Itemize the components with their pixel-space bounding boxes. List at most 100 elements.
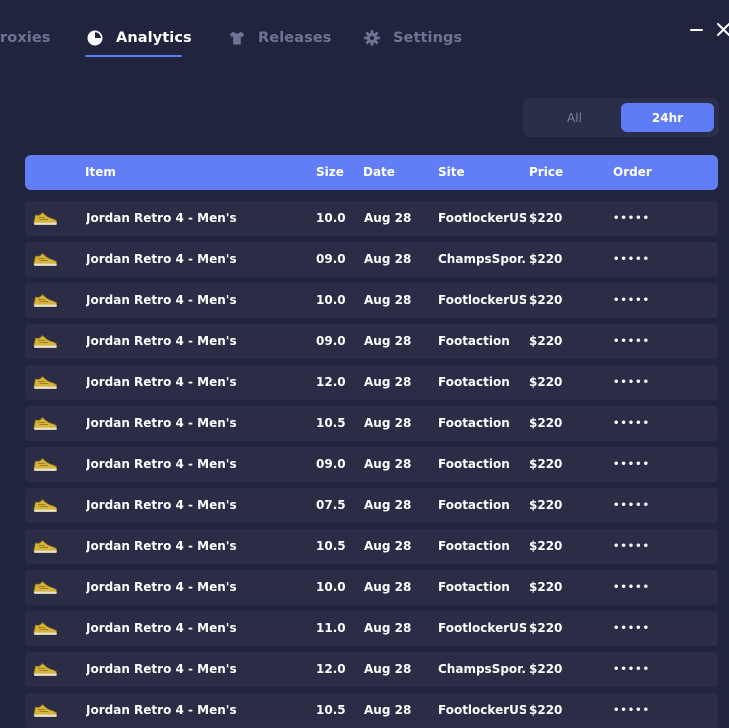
gear-icon [363,29,381,47]
sneaker-thumbnail-icon [32,578,58,596]
cell-item: Jordan Retro 4 - Men's [86,293,237,307]
cell-price: $220 [529,621,563,635]
cell-site: FootlockerUS [438,293,526,307]
cell-size: 12.0 [316,375,346,389]
sneaker-thumbnail-icon [32,537,58,555]
cell-date: Aug 28 [364,457,412,471]
cell-date: Aug 28 [364,621,412,635]
minimize-button[interactable] [687,20,707,40]
cell-date: Aug 28 [364,252,412,266]
cell-order: ••••• [613,336,650,347]
cell-date: Aug 28 [364,703,412,717]
cell-size: 09.0 [316,252,346,266]
cell-size: 10.5 [316,539,346,553]
cell-size: 10.0 [316,293,346,307]
cell-site: Footaction [438,416,510,430]
header-site[interactable]: Site [438,155,465,190]
cell-item: Jordan Retro 4 - Men's [86,211,237,225]
sneaker-thumbnail-icon [32,414,58,432]
sneaker-thumbnail-icon [32,455,58,473]
table-row[interactable]: Jordan Retro 4 - Men's 10.0 Aug 28 Footlock… [25,201,718,236]
table-row[interactable]: Jordan Retro 4 - Men's 11.0 Aug 28 Footlock… [25,611,718,646]
filter-all-button[interactable]: All [528,103,621,132]
table-row[interactable]: Jordan Retro 4 - Men's 10.5 Aug 28 Footacti… [25,406,718,441]
cell-site: Footaction [438,580,510,594]
cell-item: Jordan Retro 4 - Men's [86,662,237,676]
cell-size: 10.0 [316,580,346,594]
shirt-icon [228,29,246,47]
tab-releases-label: Releases [258,30,332,46]
cell-order: ••••• [613,623,650,634]
sneaker-thumbnail-icon [32,701,58,719]
cell-order: ••••• [613,541,650,552]
cell-item: Jordan Retro 4 - Men's [86,375,237,389]
sneaker-thumbnail-icon [32,291,58,309]
cell-item: Jordan Retro 4 - Men's [86,539,237,553]
pie-chart-icon [86,29,104,47]
cell-item: Jordan Retro 4 - Men's [86,498,237,512]
cell-order: ••••• [613,459,650,470]
table-row[interactable]: Jordan Retro 4 - Men's 10.0 Aug 28 Footacti… [25,570,718,605]
table-row[interactable]: Jordan Retro 4 - Men's 10.5 Aug 28 Footlock… [25,693,718,728]
table-row[interactable]: Jordan Retro 4 - Men's 09.0 Aug 28 ChampsSp… [25,242,718,277]
cell-size: 10.5 [316,416,346,430]
filter-24hr-button[interactable]: 24hr [621,103,714,132]
cell-price: $220 [529,457,563,471]
table-row[interactable]: Jordan Retro 4 - Men's 09.0 Aug 28 Footacti… [25,324,718,359]
table-row[interactable]: Jordan Retro 4 - Men's 12.0 Aug 28 Footacti… [25,365,718,400]
cell-price: $220 [529,334,563,348]
cell-date: Aug 28 [364,662,412,676]
tab-settings-label: Settings [393,30,463,46]
header-size[interactable]: Size [316,155,344,190]
cell-price: $220 [529,580,563,594]
cell-date: Aug 28 [364,334,412,348]
close-button[interactable] [714,20,729,40]
tab-settings[interactable]: Settings [363,28,462,48]
tab-analytics[interactable]: Analytics [86,28,192,48]
cell-date: Aug 28 [364,498,412,512]
header-item[interactable]: Item [85,155,116,190]
sneaker-thumbnail-icon [32,660,58,678]
sneaker-thumbnail-icon [32,250,58,268]
cell-price: $220 [529,703,563,717]
cell-size: 09.0 [316,334,346,348]
table-row[interactable]: Jordan Retro 4 - Men's 12.0 Aug 28 ChampsSp… [25,652,718,687]
cell-price: $220 [529,539,563,553]
sneaker-thumbnail-icon [32,209,58,227]
table-row[interactable]: Jordan Retro 4 - Men's 10.0 Aug 28 Footlock… [25,283,718,318]
cell-site: Footaction [438,498,510,512]
cell-order: ••••• [613,582,650,593]
cell-order: ••••• [613,705,650,716]
cell-size: 09.0 [316,457,346,471]
cell-date: Aug 28 [364,293,412,307]
cell-size: 11.0 [316,621,346,635]
table-row[interactable]: Jordan Retro 4 - Men's 10.5 Aug 28 Footacti… [25,529,718,564]
sneaker-thumbnail-icon [32,332,58,350]
cell-order: ••••• [613,377,650,388]
cell-item: Jordan Retro 4 - Men's [86,416,237,430]
cell-site: Footaction [438,457,510,471]
cell-item: Jordan Retro 4 - Men's [86,703,237,717]
table-row[interactable]: Jordan Retro 4 - Men's 07.5 Aug 28 Footacti… [25,488,718,523]
cell-site: FootlockerUS [438,211,526,225]
sneaker-thumbnail-icon [32,373,58,391]
header-order[interactable]: Order [613,155,652,190]
tab-proxies[interactable]: roxies [0,28,51,48]
cell-price: $220 [529,211,563,225]
cell-item: Jordan Retro 4 - Men's [86,457,237,471]
cell-item: Jordan Retro 4 - Men's [86,334,237,348]
cell-price: $220 [529,416,563,430]
cell-item: Jordan Retro 4 - Men's [86,580,237,594]
cell-order: ••••• [613,295,650,306]
tab-releases[interactable]: Releases [228,28,331,48]
header-date[interactable]: Date [363,155,395,190]
cell-site: Footaction [438,375,510,389]
cell-order: ••••• [613,213,650,224]
cell-order: ••••• [613,500,650,511]
header-price[interactable]: Price [529,155,563,190]
cell-date: Aug 28 [364,539,412,553]
cell-price: $220 [529,252,563,266]
cell-site: Footaction [438,539,510,553]
minimize-icon [690,29,703,31]
table-row[interactable]: Jordan Retro 4 - Men's 09.0 Aug 28 Footacti… [25,447,718,482]
